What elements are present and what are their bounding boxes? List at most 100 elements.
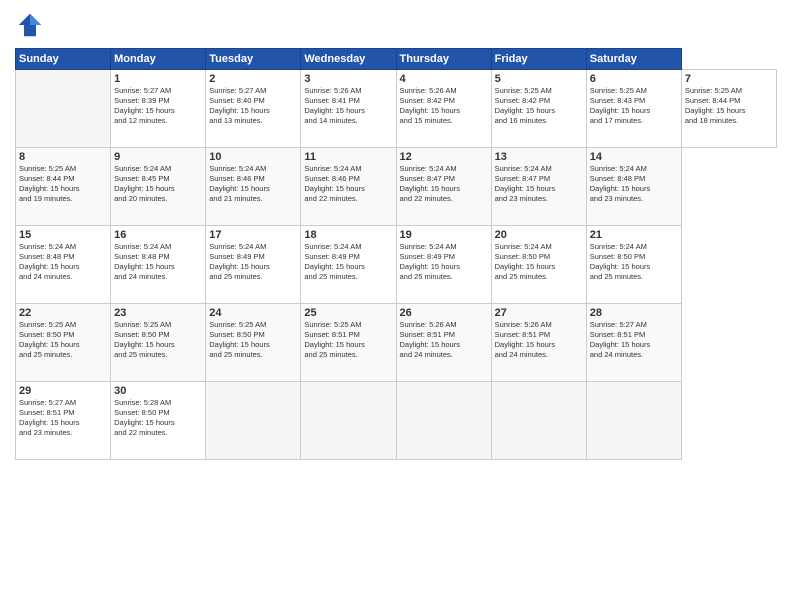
week-row-4: 22 Sunrise: 5:25 AM Sunset: 8:50 PM Dayli… [16, 304, 777, 382]
day-number: 20 [495, 229, 583, 241]
day-cell: 1Sunrise: 5:27 AM Sunset: 8:39 PM Daylig… [111, 70, 206, 148]
day-info: Sunrise: 5:26 AM Sunset: 8:41 PM Dayligh… [304, 86, 392, 127]
day-cell: 15Sunrise: 5:24 AM Sunset: 8:48 PM Dayli… [16, 226, 111, 304]
day-number: 21 [590, 229, 678, 241]
day-number: 19 [400, 229, 488, 241]
day-number: 25 [304, 307, 392, 319]
day-number: 4 [400, 73, 488, 85]
day-number: 2 [209, 73, 297, 85]
day-info: Sunrise: 5:27 AM Sunset: 8:39 PM Dayligh… [114, 86, 202, 127]
day-cell [586, 382, 681, 460]
day-cell [491, 382, 586, 460]
day-cell [301, 382, 396, 460]
calendar-table: SundayMondayTuesdayWednesdayThursdayFrid… [15, 48, 777, 460]
header-cell-friday: Friday [491, 49, 586, 70]
day-info: Sunrise: 5:27 AM Sunset: 8:40 PM Dayligh… [209, 86, 297, 127]
day-info: Sunrise: 5:24 AM Sunset: 8:48 PM Dayligh… [19, 242, 107, 283]
header-cell-wednesday: Wednesday [301, 49, 396, 70]
day-cell: 13Sunrise: 5:24 AM Sunset: 8:47 PM Dayli… [491, 148, 586, 226]
day-cell: 23Sunrise: 5:25 AM Sunset: 8:50 PM Dayli… [111, 304, 206, 382]
day-info: Sunrise: 5:24 AM Sunset: 8:46 PM Dayligh… [304, 164, 392, 205]
header-cell-monday: Monday [111, 49, 206, 70]
day-cell: 4Sunrise: 5:26 AM Sunset: 8:42 PM Daylig… [396, 70, 491, 148]
header-cell-saturday: Saturday [586, 49, 681, 70]
day-number: 17 [209, 229, 297, 241]
day-number: 13 [495, 151, 583, 163]
week-row-2: 8Sunrise: 5:25 AM Sunset: 8:44 PM Daylig… [16, 148, 777, 226]
day-cell: 21Sunrise: 5:24 AM Sunset: 8:50 PM Dayli… [586, 226, 681, 304]
day-number: 9 [114, 151, 202, 163]
day-cell: 22Sunrise: 5:25 AM Sunset: 8:50 PM Dayli… [16, 304, 111, 382]
day-cell: 12Sunrise: 5:24 AM Sunset: 8:47 PM Dayli… [396, 148, 491, 226]
day-info: Sunrise: 5:25 AM Sunset: 8:42 PM Dayligh… [495, 86, 583, 127]
day-cell: 5Sunrise: 5:25 AM Sunset: 8:42 PM Daylig… [491, 70, 586, 148]
day-info: Sunrise: 5:24 AM Sunset: 8:48 PM Dayligh… [114, 242, 202, 283]
day-cell: 24Sunrise: 5:25 AM Sunset: 8:50 PM Dayli… [206, 304, 301, 382]
day-number: 24 [209, 307, 297, 319]
day-info: Sunrise: 5:28 AM Sunset: 8:50 PM Dayligh… [114, 398, 202, 439]
day-info: Sunrise: 5:25 AM Sunset: 8:50 PM Dayligh… [209, 320, 297, 361]
day-cell: 8Sunrise: 5:25 AM Sunset: 8:44 PM Daylig… [16, 148, 111, 226]
day-info: Sunrise: 5:24 AM Sunset: 8:49 PM Dayligh… [400, 242, 488, 283]
day-info: Sunrise: 5:25 AM Sunset: 8:51 PM Dayligh… [304, 320, 392, 361]
day-number: 1 [114, 73, 202, 85]
day-cell: 27Sunrise: 5:26 AM Sunset: 8:51 PM Dayli… [491, 304, 586, 382]
day-info: Sunrise: 5:25 AM Sunset: 8:50 PM Dayligh… [114, 320, 202, 361]
day-cell: 25Sunrise: 5:25 AM Sunset: 8:51 PM Dayli… [301, 304, 396, 382]
day-info: Sunrise: 5:24 AM Sunset: 8:46 PM Dayligh… [209, 164, 297, 205]
day-number: 8 [19, 151, 107, 163]
day-cell: 14Sunrise: 5:24 AM Sunset: 8:48 PM Dayli… [586, 148, 681, 226]
day-cell: 16Sunrise: 5:24 AM Sunset: 8:48 PM Dayli… [111, 226, 206, 304]
day-info: Sunrise: 5:26 AM Sunset: 8:51 PM Dayligh… [495, 320, 583, 361]
day-info: Sunrise: 5:24 AM Sunset: 8:50 PM Dayligh… [495, 242, 583, 283]
day-cell: 9Sunrise: 5:24 AM Sunset: 8:45 PM Daylig… [111, 148, 206, 226]
header-cell-thursday: Thursday [396, 49, 491, 70]
day-info: Sunrise: 5:24 AM Sunset: 8:47 PM Dayligh… [495, 164, 583, 205]
header-cell-tuesday: Tuesday [206, 49, 301, 70]
day-number: 15 [19, 229, 107, 241]
day-number: 12 [400, 151, 488, 163]
day-number: 7 [685, 73, 773, 85]
day-number: 3 [304, 73, 392, 85]
day-cell: 18Sunrise: 5:24 AM Sunset: 8:49 PM Dayli… [301, 226, 396, 304]
day-cell: 6Sunrise: 5:25 AM Sunset: 8:43 PM Daylig… [586, 70, 681, 148]
day-cell [16, 70, 111, 148]
day-number: 10 [209, 151, 297, 163]
day-cell: 10Sunrise: 5:24 AM Sunset: 8:46 PM Dayli… [206, 148, 301, 226]
day-number: 23 [114, 307, 202, 319]
header-row: SundayMondayTuesdayWednesdayThursdayFrid… [16, 49, 777, 70]
day-info: Sunrise: 5:24 AM Sunset: 8:49 PM Dayligh… [209, 242, 297, 283]
day-number: 5 [495, 73, 583, 85]
header [15, 10, 777, 40]
day-info: Sunrise: 5:24 AM Sunset: 8:47 PM Dayligh… [400, 164, 488, 205]
day-info: Sunrise: 5:26 AM Sunset: 8:42 PM Dayligh… [400, 86, 488, 127]
day-number: 18 [304, 229, 392, 241]
day-cell: 29Sunrise: 5:27 AM Sunset: 8:51 PM Dayli… [16, 382, 111, 460]
day-info: Sunrise: 5:25 AM Sunset: 8:44 PM Dayligh… [685, 86, 773, 127]
day-info: Sunrise: 5:26 AM Sunset: 8:51 PM Dayligh… [400, 320, 488, 361]
day-info: Sunrise: 5:24 AM Sunset: 8:45 PM Dayligh… [114, 164, 202, 205]
day-cell: 26Sunrise: 5:26 AM Sunset: 8:51 PM Dayli… [396, 304, 491, 382]
day-number: 16 [114, 229, 202, 241]
day-info: Sunrise: 5:25 AM Sunset: 8:43 PM Dayligh… [590, 86, 678, 127]
day-info: Sunrise: 5:24 AM Sunset: 8:49 PM Dayligh… [304, 242, 392, 283]
day-cell [206, 382, 301, 460]
day-cell: 11Sunrise: 5:24 AM Sunset: 8:46 PM Dayli… [301, 148, 396, 226]
day-number: 27 [495, 307, 583, 319]
day-cell: 3Sunrise: 5:26 AM Sunset: 8:41 PM Daylig… [301, 70, 396, 148]
day-cell: 19Sunrise: 5:24 AM Sunset: 8:49 PM Dayli… [396, 226, 491, 304]
day-number: 28 [590, 307, 678, 319]
day-info: Sunrise: 5:27 AM Sunset: 8:51 PM Dayligh… [590, 320, 678, 361]
day-number: 22 [19, 307, 107, 319]
logo-icon [15, 10, 45, 40]
page: SundayMondayTuesdayWednesdayThursdayFrid… [0, 0, 792, 612]
week-row-5: 29Sunrise: 5:27 AM Sunset: 8:51 PM Dayli… [16, 382, 777, 460]
day-cell: 17Sunrise: 5:24 AM Sunset: 8:49 PM Dayli… [206, 226, 301, 304]
day-cell: 20Sunrise: 5:24 AM Sunset: 8:50 PM Dayli… [491, 226, 586, 304]
week-row-1: 1Sunrise: 5:27 AM Sunset: 8:39 PM Daylig… [16, 70, 777, 148]
week-row-3: 15Sunrise: 5:24 AM Sunset: 8:48 PM Dayli… [16, 226, 777, 304]
day-info: Sunrise: 5:25 AM Sunset: 8:44 PM Dayligh… [19, 164, 107, 205]
day-cell: 2Sunrise: 5:27 AM Sunset: 8:40 PM Daylig… [206, 70, 301, 148]
day-cell: 7Sunrise: 5:25 AM Sunset: 8:44 PM Daylig… [681, 70, 776, 148]
day-info: Sunrise: 5:24 AM Sunset: 8:50 PM Dayligh… [590, 242, 678, 283]
